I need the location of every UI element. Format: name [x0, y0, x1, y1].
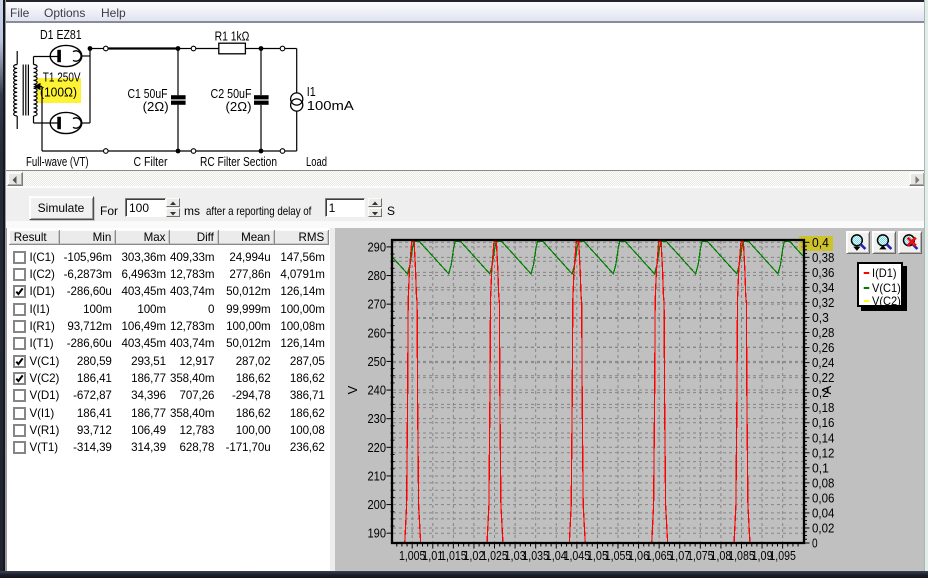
svg-text:0,4: 0,4: [812, 236, 829, 250]
svg-text:0,12: 0,12: [812, 446, 834, 460]
svg-text:D1 EZ81: D1 EZ81: [40, 28, 82, 42]
svg-text:C2 50uF: C2 50uF: [211, 87, 252, 101]
svg-text:260: 260: [368, 326, 387, 340]
svg-text:A: A: [819, 385, 834, 394]
svg-text:0,1: 0,1: [812, 461, 829, 475]
svg-text:0,38: 0,38: [812, 251, 834, 265]
svg-text:R1 1kΩ: R1 1kΩ: [215, 30, 250, 44]
svg-text:100mA: 100mA: [307, 99, 355, 113]
svg-text:(100Ω): (100Ω): [40, 86, 77, 100]
svg-text:Full-wave (VT): Full-wave (VT): [26, 155, 89, 169]
svg-text:0,06: 0,06: [812, 491, 834, 505]
svg-text:270: 270: [368, 298, 387, 312]
svg-text:0,34: 0,34: [812, 281, 834, 295]
svg-text:240: 240: [368, 384, 387, 398]
svg-text:0,18: 0,18: [812, 401, 834, 415]
svg-text:I1: I1: [307, 85, 316, 99]
svg-text:0,02: 0,02: [812, 521, 834, 535]
svg-text:0,14: 0,14: [812, 431, 834, 445]
svg-text:0,24: 0,24: [812, 356, 834, 370]
svg-text:200: 200: [368, 498, 387, 512]
svg-text:C Filter: C Filter: [134, 155, 168, 169]
svg-text:250: 250: [368, 355, 387, 369]
svg-text:Load: Load: [306, 155, 327, 169]
svg-text:0,3: 0,3: [812, 311, 829, 325]
svg-text:0,08: 0,08: [812, 476, 834, 490]
svg-text:0,36: 0,36: [812, 266, 834, 280]
svg-text:(2Ω): (2Ω): [226, 100, 252, 114]
svg-text:220: 220: [368, 441, 387, 455]
svg-text:190: 190: [368, 527, 387, 541]
svg-text:V: V: [345, 385, 360, 394]
svg-text:1,095: 1,095: [769, 549, 796, 563]
svg-text:RC Filter Section: RC Filter Section: [200, 155, 277, 169]
svg-text:210: 210: [368, 469, 387, 483]
svg-text:(2Ω): (2Ω): [143, 100, 169, 114]
svg-text:0: 0: [812, 537, 818, 551]
svg-text:0,04: 0,04: [812, 506, 834, 520]
svg-text:230: 230: [368, 412, 387, 426]
svg-text:280: 280: [368, 269, 387, 283]
svg-text:0,32: 0,32: [812, 296, 834, 310]
svg-text:C1 50uF: C1 50uF: [128, 87, 168, 101]
svg-text:0,16: 0,16: [812, 416, 834, 430]
svg-text:0,26: 0,26: [812, 341, 834, 355]
svg-text:0,28: 0,28: [812, 326, 834, 340]
svg-text:T1 250V: T1 250V: [43, 71, 81, 85]
svg-text:290: 290: [368, 240, 387, 254]
svg-text:0,22: 0,22: [812, 371, 834, 385]
